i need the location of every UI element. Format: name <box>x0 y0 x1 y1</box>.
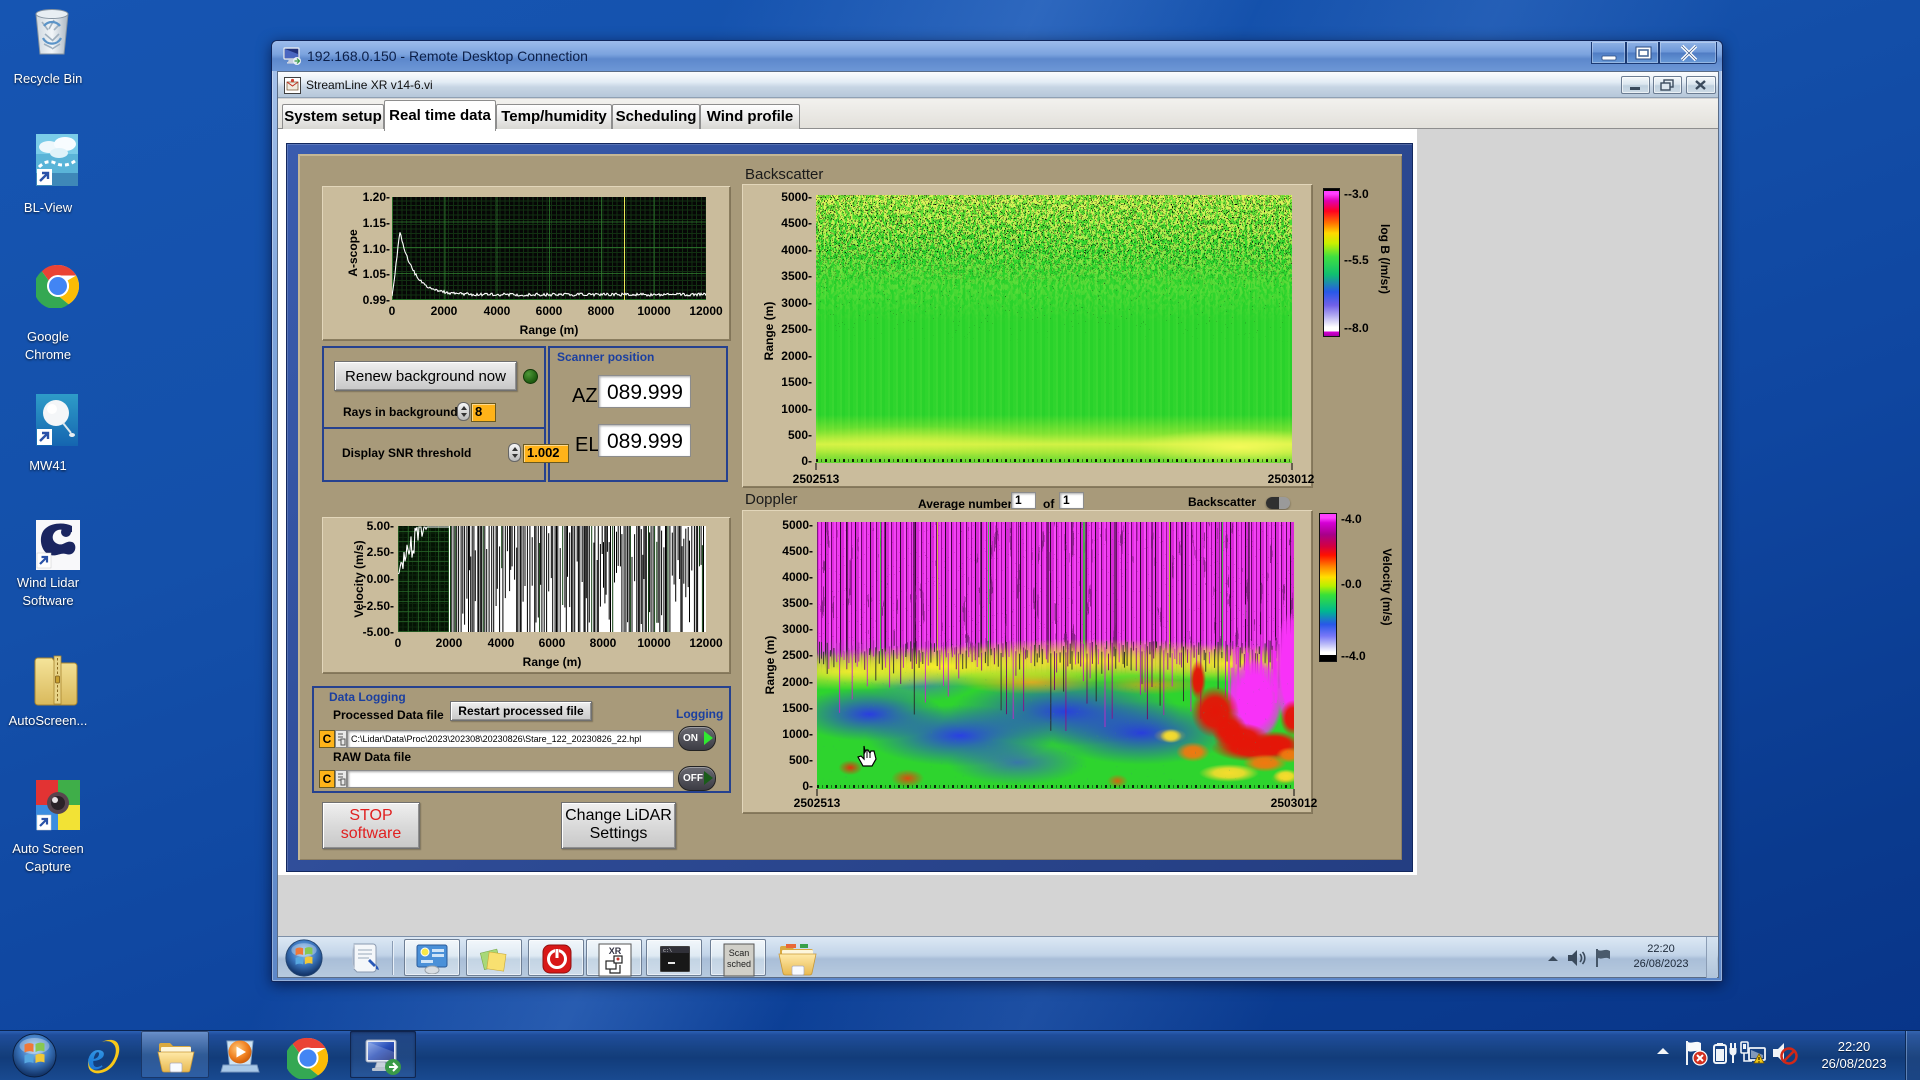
svg-text:XR: XR <box>609 946 622 956</box>
svg-text:c:\: c:\ <box>663 948 672 954</box>
svg-text:sched: sched <box>727 959 751 969</box>
svg-text:Scan: Scan <box>729 948 750 958</box>
